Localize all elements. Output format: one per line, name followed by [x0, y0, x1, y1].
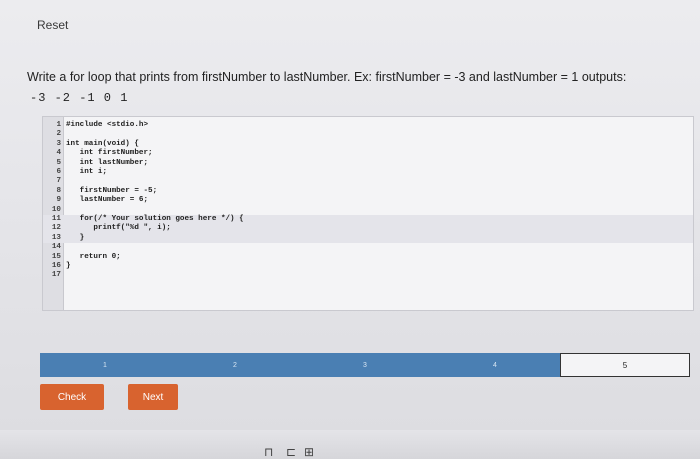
page: Reset Write a for loop that prints from …	[0, 0, 700, 459]
toolbar-icon: ⊞	[304, 445, 315, 459]
progress-step-3[interactable]: 3	[300, 353, 430, 377]
code-text[interactable]: return 0;	[66, 253, 121, 262]
code-line[interactable]: 13 }	[43, 233, 693, 244]
progress-bar: 12345	[40, 353, 690, 377]
check-button[interactable]: Check	[40, 384, 104, 410]
code-line[interactable]: 9 lastNumber = 6;	[43, 196, 693, 205]
progress-step-1[interactable]: 1	[40, 353, 170, 377]
progress-step-5[interactable]: 5	[560, 353, 690, 377]
line-number: 10	[51, 205, 61, 214]
code-line[interactable]: 1 #include <stdio.h>	[43, 121, 693, 130]
code-line[interactable]: 11 for(/* Your solution goes here */) {	[43, 215, 693, 225]
line-number: 6	[56, 168, 61, 176]
code-line[interactable]: 6 int i;	[43, 168, 693, 177]
line-number: 5	[56, 158, 61, 167]
line-number: 2	[56, 130, 61, 139]
code-text[interactable]: int lastNumber;	[66, 159, 148, 168]
line-number: 17	[51, 271, 61, 280]
line-number: 16	[51, 262, 61, 270]
instructions-text: Write a for loop that prints from firstN…	[27, 70, 627, 84]
progress-step-2[interactable]: 2	[170, 353, 300, 377]
line-number: 4	[56, 149, 61, 158]
line-number: 9	[56, 196, 61, 205]
toolbar-icon: ⊏	[286, 445, 297, 459]
code-line[interactable]: 10	[43, 206, 693, 215]
progress-step-4[interactable]: 4	[430, 353, 560, 377]
code-editor[interactable]: 1 #include <stdio.h> 2 3 int main(void) {4 i…	[42, 116, 694, 311]
code-text[interactable]: printf("%d ", i);	[66, 224, 170, 233]
code-line[interactable]: 12 printf("%d ", i);	[43, 224, 693, 234]
code-line[interactable]: 17	[43, 271, 693, 280]
code-text[interactable]: int main(void) {	[66, 140, 139, 149]
line-number: 13	[51, 233, 61, 242]
reset-link[interactable]: Reset	[37, 18, 68, 32]
code-line[interactable]: 5 int lastNumber;	[43, 159, 693, 168]
line-number: 15	[51, 252, 61, 261]
line-number: 1	[56, 121, 61, 129]
toolbar-icon: ⊓	[264, 445, 274, 459]
code-text[interactable]: #include <stdio.h>	[66, 121, 148, 130]
code-text[interactable]: int i;	[66, 168, 107, 177]
next-button[interactable]: Next	[128, 384, 178, 410]
code-line[interactable]: 7	[43, 177, 693, 186]
code-line[interactable]: 3 int main(void) {	[43, 140, 693, 149]
code-text[interactable]: int firstNumber;	[66, 149, 153, 158]
code-text[interactable]: lastNumber = 6;	[66, 196, 148, 205]
code-line[interactable]: 16}	[43, 262, 693, 271]
line-number: 14	[51, 243, 61, 252]
line-number: 11	[51, 215, 61, 223]
line-number: 12	[51, 224, 61, 233]
code-line[interactable]: 4 int firstNumber;	[43, 149, 693, 158]
code-line[interactable]: 8 firstNumber = -5;	[43, 187, 693, 196]
code-text[interactable]: }	[66, 262, 71, 271]
line-number: 3	[56, 139, 61, 148]
code-line[interactable]: 15 return 0;	[43, 253, 693, 262]
bottom-toolbar	[0, 430, 700, 459]
code-text[interactable]: }	[66, 234, 85, 243]
line-number: 8	[56, 186, 61, 195]
line-number: 7	[56, 177, 61, 186]
code-line[interactable]: 2	[43, 130, 693, 139]
expected-output: -3 -2 -1 0 1	[30, 91, 129, 105]
code-text[interactable]: firstNumber = -5;	[66, 187, 157, 196]
code-line[interactable]: 14	[43, 243, 693, 252]
code-text[interactable]: for(/* Your solution goes here */) {	[66, 215, 244, 224]
